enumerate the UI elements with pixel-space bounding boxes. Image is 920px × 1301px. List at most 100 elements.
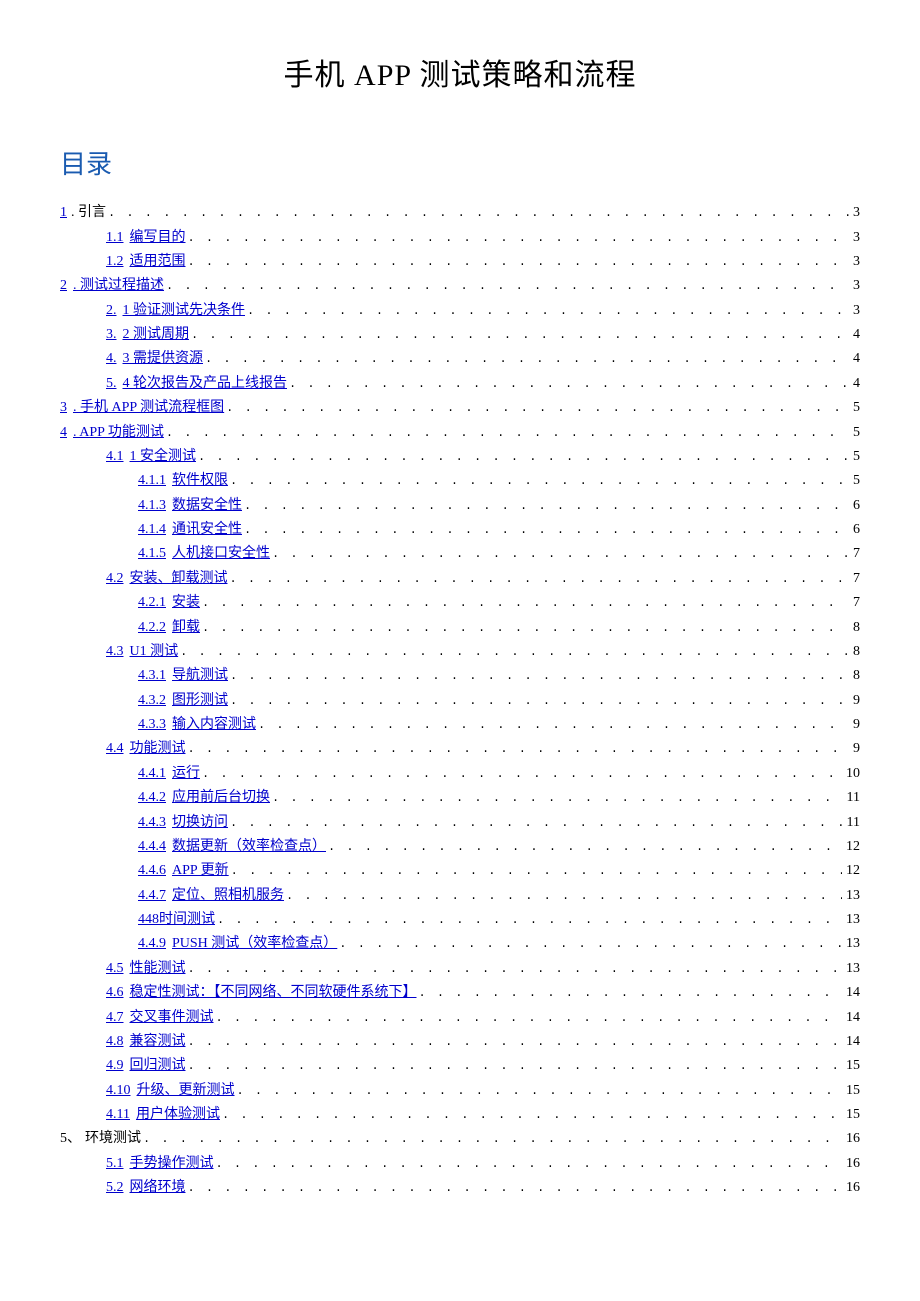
toc-row: 4.4.3切换访问11 — [60, 810, 860, 834]
toc-entry-number[interactable]: 4.4.1 — [138, 767, 166, 781]
toc-entry-number[interactable]: 4.3 — [106, 645, 124, 659]
toc-entry-page: 9 — [853, 718, 860, 732]
toc-entry-label[interactable]: 通讯安全性 — [172, 523, 242, 537]
toc-entry-number[interactable]: 4.1.3 — [138, 499, 166, 513]
toc-entry-number[interactable]: 4.8 — [106, 1035, 124, 1049]
toc-entry-label[interactable]: 交叉事件测试 — [130, 1011, 214, 1025]
toc-entry-number[interactable]: 3 — [60, 401, 67, 415]
toc-entry-label[interactable]: PUSH 测试（效率检查点） — [172, 937, 337, 951]
toc-row: 4.4功能测试9 — [60, 737, 860, 761]
toc-entry-number[interactable]: 4.2 — [106, 572, 124, 586]
toc-entry-label[interactable]: 数据更新（效率检查点） — [172, 840, 326, 854]
toc-entry-label[interactable]: 定位、照相机服务 — [172, 889, 284, 903]
toc-entry-page: 3 — [853, 304, 860, 318]
toc-entry-number[interactable]: 3. — [106, 328, 117, 342]
toc-row: 4.3U1 测试8 — [60, 640, 860, 664]
toc-entry-label[interactable]: 4 轮次报告及产品上线报告 — [123, 377, 288, 391]
toc-entry-page: 9 — [853, 694, 860, 708]
toc-entry-label[interactable]: 编写目的 — [130, 231, 186, 245]
toc-entry-label[interactable]: U1 测试 — [130, 645, 179, 659]
toc-entry-label[interactable]: 安装 — [172, 596, 200, 610]
toc-entry-number[interactable]: 4 — [60, 426, 67, 440]
toc-entry-label[interactable]: 卸载 — [172, 621, 200, 635]
toc-entry-label[interactable]: 网络环境 — [130, 1181, 186, 1195]
toc-entry-label[interactable]: 导航测试 — [172, 669, 228, 683]
toc-entry-label[interactable]: 2 测试周期 — [123, 328, 190, 342]
toc-entry-number[interactable]: 4.5 — [106, 962, 124, 976]
toc-entry-label[interactable]: 功能测试 — [130, 742, 186, 756]
toc-leader-dots — [202, 597, 849, 609]
toc-row: 2. 测试过程描述3 — [60, 274, 860, 298]
toc-entry-number[interactable]: 4.4.7 — [138, 889, 166, 903]
toc-entry-label[interactable]: 图形测试 — [172, 694, 228, 708]
toc-entry-label[interactable]: . 手机 APP 测试流程框图 — [73, 401, 224, 415]
toc-entry-label[interactable]: 用户体验测试 — [136, 1108, 220, 1122]
toc-entry-number[interactable]: 4.1.1 — [138, 474, 166, 488]
toc-entry-label[interactable]: 回归测试 — [130, 1059, 186, 1073]
toc-entry-number[interactable]: 5.1 — [106, 1157, 124, 1171]
toc-entry-page: 13 — [846, 913, 860, 927]
toc-entry-number[interactable]: 4.4.3 — [138, 816, 166, 830]
toc-entry-label[interactable]: 性能测试 — [130, 962, 186, 976]
toc-entry-number[interactable]: 4.2.2 — [138, 621, 166, 635]
toc-entry-label[interactable]: 输入内容测试 — [172, 718, 256, 732]
toc-entry-label[interactable]: 时间测试 — [159, 913, 215, 927]
toc-entry-number[interactable]: 4.3.1 — [138, 669, 166, 683]
toc-entry-label[interactable]: 切换访问 — [172, 816, 228, 830]
toc-entry-label[interactable]: 兼容测试 — [130, 1035, 186, 1049]
toc-entry-number[interactable]: 4.2.1 — [138, 596, 166, 610]
toc-entry-number[interactable]: 4. — [106, 352, 117, 366]
toc-entry-label[interactable]: 稳定性测试：【不同网络、不同软硬件系统下】 — [130, 986, 417, 1000]
toc-entry-page: 5 — [853, 401, 860, 415]
toc-row: 4.10 升级、更新测试15 — [60, 1079, 860, 1103]
toc-entry-number[interactable]: 5. — [106, 377, 117, 391]
toc-entry-label[interactable]: . 测试过程描述 — [73, 279, 164, 293]
toc-entry-number[interactable]: 4.3.3 — [138, 718, 166, 732]
toc-entry-label[interactable]: 应用前后台切换 — [172, 791, 270, 805]
toc-entry-label[interactable]: . APP 功能测试 — [73, 426, 164, 440]
toc-entry-label[interactable]: 适用范围 — [130, 255, 186, 269]
toc-entry-number[interactable]: 1 — [60, 206, 67, 220]
toc-entry-label[interactable]: 软件权限 — [172, 474, 228, 488]
toc-entry-number[interactable]: 4.1 — [106, 450, 124, 464]
toc-entry-number[interactable]: 448 — [138, 913, 159, 927]
toc-entry-page: 4 — [853, 352, 860, 366]
toc-entry-number[interactable]: 4.4 — [106, 742, 124, 756]
toc-row: 4.3.3 输入内容测试 9 — [60, 713, 860, 737]
toc-entry-number[interactable]: 4.9 — [106, 1059, 124, 1073]
toc-entry-number[interactable]: 1.1 — [106, 231, 124, 245]
toc-entry-page: 16 — [846, 1157, 860, 1171]
toc-entry-number[interactable]: 4.6 — [106, 986, 124, 1000]
toc-entry-number[interactable]: 4.1.5 — [138, 547, 166, 561]
toc-entry-number[interactable]: 4.11 — [106, 1108, 130, 1122]
toc-leader-dots — [244, 500, 849, 512]
toc-entry-number[interactable]: 2 — [60, 279, 67, 293]
toc-entry-number[interactable]: 5.2 — [106, 1181, 124, 1195]
toc-entry-number[interactable]: 4.3.2 — [138, 694, 166, 708]
toc-entry-label[interactable]: 人机接口安全性 — [172, 547, 270, 561]
toc-entry-label[interactable]: 安装、卸载测试 — [130, 572, 228, 586]
toc-entry-number[interactable]: 4.4.4 — [138, 840, 166, 854]
toc-entry-number[interactable]: 4.1.4 — [138, 523, 166, 537]
toc-entry-label[interactable]: 升级、更新测试 — [137, 1084, 235, 1098]
toc-entry-number[interactable]: 4.4.6 — [138, 864, 166, 878]
toc-entry-label[interactable]: APP 更新 — [172, 864, 229, 878]
toc-entry-label[interactable]: 3 需提供资源 — [123, 352, 204, 366]
toc-leader-dots — [188, 963, 843, 975]
toc-leader-dots — [202, 622, 849, 634]
toc-entry-number[interactable]: 4.7 — [106, 1011, 124, 1025]
toc-entry-label[interactable]: 1 安全测试 — [130, 450, 197, 464]
toc-entry-label[interactable]: 手势操作测试 — [130, 1157, 214, 1171]
toc-entry-label[interactable]: 1 验证测试先决条件 — [123, 304, 246, 318]
toc-entry-page: 8 — [853, 669, 860, 683]
toc-entry-label[interactable]: 运行 — [172, 767, 200, 781]
toc-entry-number[interactable]: 4.4.9 — [138, 937, 166, 951]
toc-row: 4. APP 功能测试5 — [60, 420, 860, 444]
toc-leader-dots — [258, 719, 849, 731]
toc-entry-number[interactable]: 4.4.2 — [138, 791, 166, 805]
toc-entry-label[interactable]: 数据安全性 — [172, 499, 242, 513]
toc-entry-number[interactable]: 1.2 — [106, 255, 124, 269]
toc-entry-page: 15 — [846, 1059, 860, 1073]
toc-entry-number[interactable]: 2. — [106, 304, 117, 318]
toc-entry-number[interactable]: 4.10 — [106, 1084, 131, 1098]
